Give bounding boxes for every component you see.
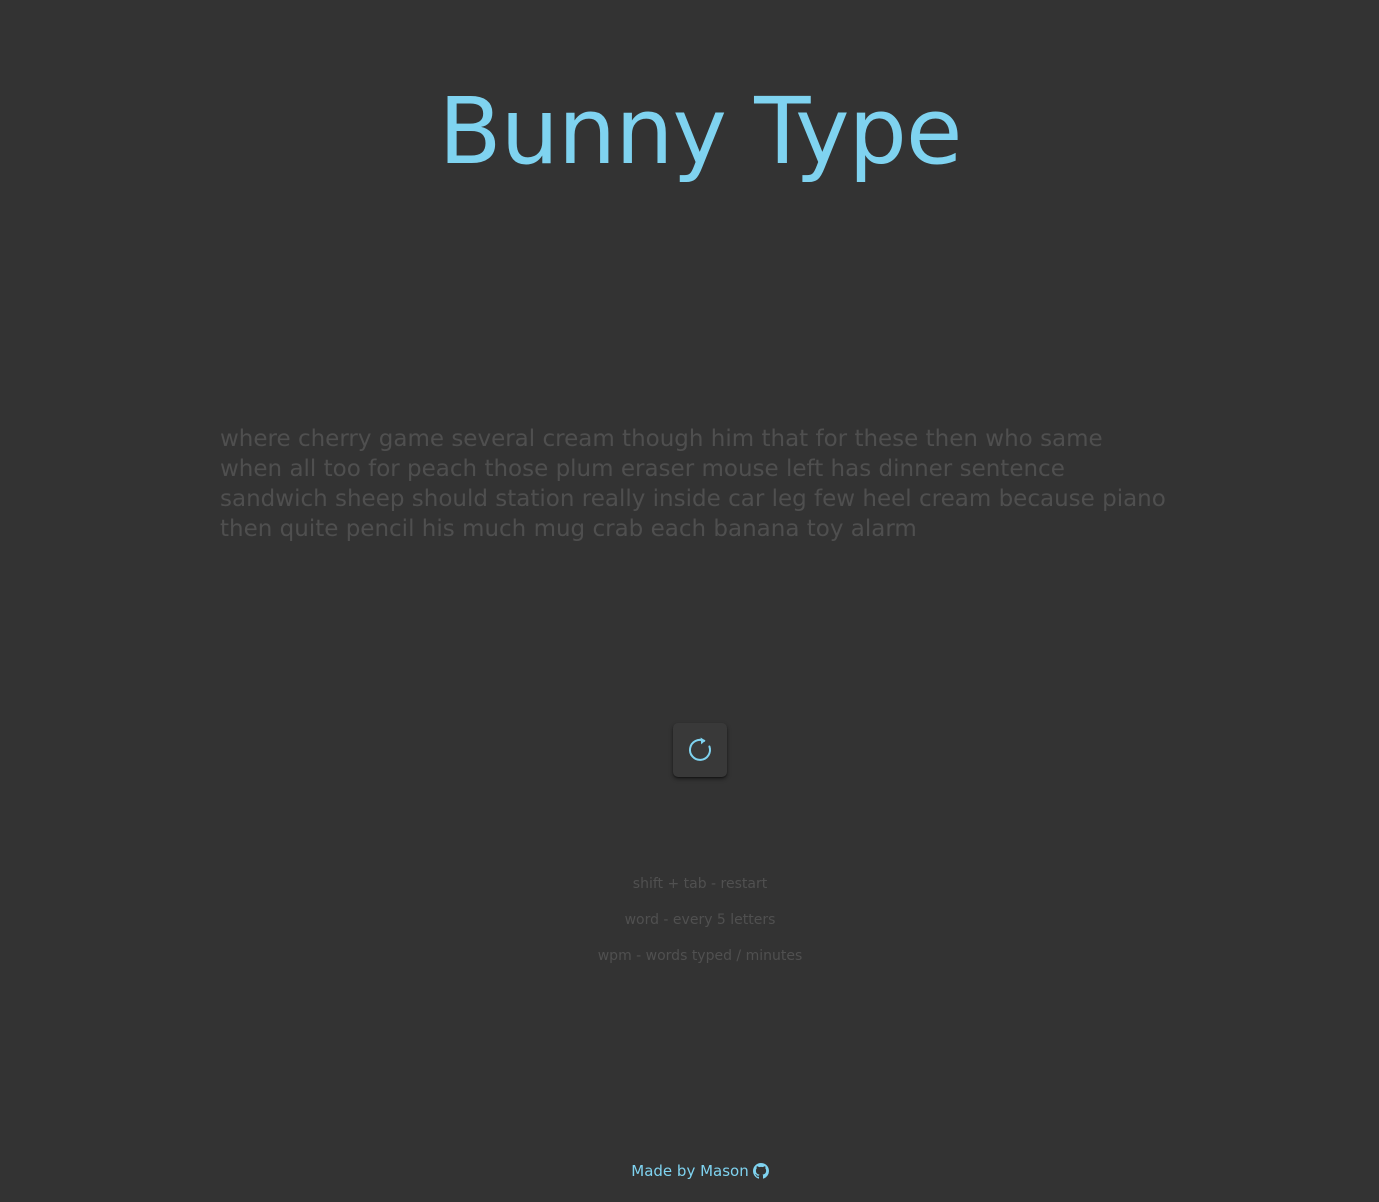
word: eraser bbox=[620, 456, 695, 482]
word: for bbox=[368, 456, 400, 482]
word: each bbox=[650, 516, 707, 542]
word: that bbox=[761, 426, 809, 452]
word: heel bbox=[862, 486, 912, 512]
word: then bbox=[220, 516, 273, 542]
word: alarm bbox=[850, 516, 917, 542]
word: then bbox=[925, 426, 978, 452]
word: banana bbox=[713, 516, 800, 542]
word: dinner bbox=[878, 456, 953, 482]
hint-wpm: wpm - words typed / minutes bbox=[597, 948, 803, 964]
word: left bbox=[785, 456, 824, 482]
word: mug bbox=[533, 516, 586, 542]
word: much bbox=[462, 516, 527, 542]
footer: Made by Mason bbox=[0, 1160, 1379, 1182]
word: pencil bbox=[345, 516, 415, 542]
word: peach bbox=[407, 456, 478, 482]
footer-text: Made by Mason bbox=[631, 1162, 749, 1180]
word: cherry bbox=[297, 426, 372, 452]
typing-text[interactable]: where cherry game several cream though h… bbox=[220, 424, 1170, 544]
word: crab bbox=[592, 516, 644, 542]
word: same bbox=[1040, 426, 1103, 452]
word: has bbox=[830, 456, 872, 482]
hint-restart: shift + tab - restart bbox=[632, 876, 768, 892]
restart-icon bbox=[689, 737, 711, 761]
word: who bbox=[985, 426, 1033, 452]
word: his bbox=[421, 516, 455, 542]
restart-button[interactable] bbox=[673, 723, 727, 777]
word: really bbox=[581, 486, 646, 512]
hints: shift + tab - restart word - every 5 let… bbox=[0, 876, 1379, 984]
word: cream bbox=[542, 426, 615, 452]
word: cream bbox=[919, 486, 992, 512]
footer-link[interactable]: Made by Mason bbox=[631, 1160, 769, 1182]
word: when bbox=[220, 456, 283, 482]
word: several bbox=[451, 426, 536, 452]
word: inside bbox=[652, 486, 721, 512]
word: because bbox=[998, 486, 1095, 512]
word: those bbox=[484, 456, 549, 482]
app-title: Bunny Type bbox=[438, 78, 962, 185]
word: plum bbox=[555, 456, 614, 482]
github-icon bbox=[752, 1163, 769, 1179]
word: car bbox=[728, 486, 765, 512]
word: these bbox=[854, 426, 919, 452]
hint-word: word - every 5 letters bbox=[624, 912, 776, 928]
word: sentence bbox=[959, 456, 1065, 482]
word: toy bbox=[806, 516, 844, 542]
page: Bunny Type where cherry game several cre… bbox=[0, 0, 1379, 1202]
word: piano bbox=[1102, 486, 1166, 512]
word: game bbox=[378, 426, 445, 452]
word: mouse bbox=[701, 456, 779, 482]
word: sandwich bbox=[220, 486, 328, 512]
word: for bbox=[815, 426, 848, 452]
word: all bbox=[289, 456, 317, 482]
word: sheep bbox=[335, 486, 405, 512]
word: leg bbox=[771, 486, 807, 512]
word: though bbox=[622, 426, 704, 452]
word: station bbox=[495, 486, 575, 512]
word: few bbox=[814, 486, 856, 512]
word: too bbox=[323, 456, 361, 482]
word: him bbox=[710, 426, 755, 452]
word: should bbox=[411, 486, 488, 512]
word: quite bbox=[279, 516, 339, 542]
word: where bbox=[220, 426, 291, 452]
